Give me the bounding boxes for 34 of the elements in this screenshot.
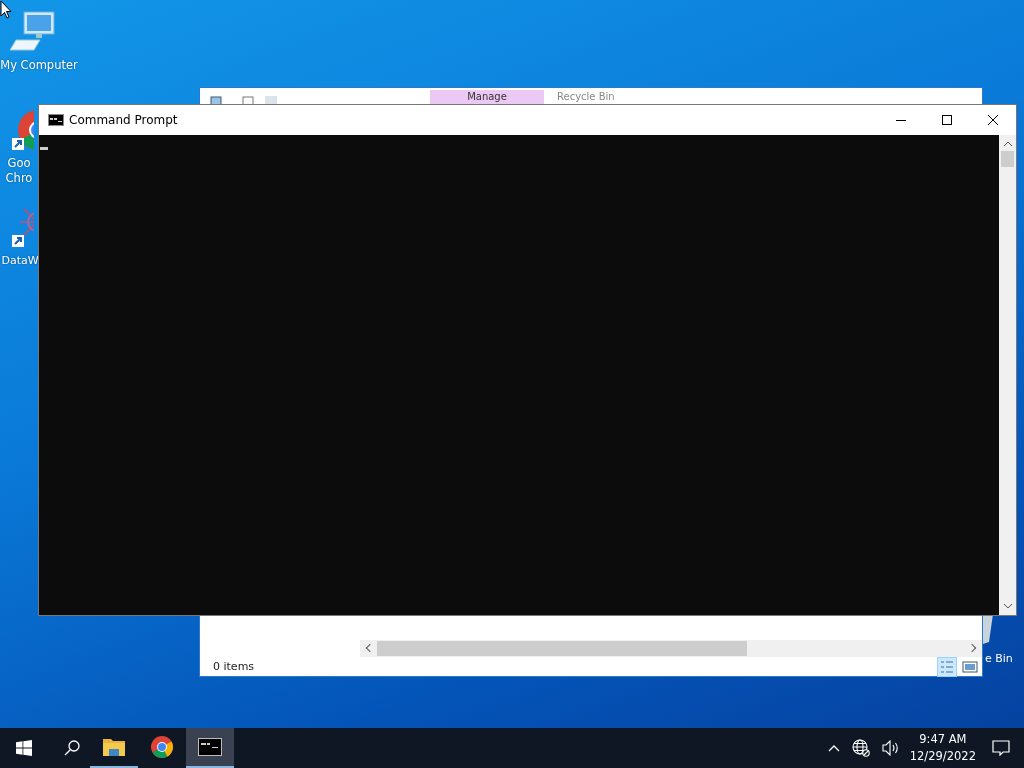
folder-icon [103, 738, 125, 756]
desktop-icon-label[interactable]: DataW [1, 253, 39, 268]
taskbar-app-button[interactable] [186, 728, 234, 768]
chrome-icon [150, 735, 174, 759]
grid-shortcut-icon[interactable] [10, 205, 34, 249]
clock[interactable]: 9:47 AM 12/29/2022 [909, 731, 976, 765]
search-icon[interactable] [64, 740, 80, 756]
desktop-icon-label[interactable]: e Bin [985, 652, 1013, 665]
desktop-icon-label[interactable]: Goo Chro [4, 156, 34, 186]
scroll-down-icon[interactable] [1002, 603, 1013, 609]
clock-date: 12/29/2022 [909, 748, 976, 765]
maximize-icon[interactable] [942, 115, 952, 125]
window-title: Recycle Bin [557, 90, 615, 103]
scrollbar-thumb[interactable] [1001, 151, 1014, 167]
speaker-icon[interactable] [881, 740, 900, 756]
scrollbar-thumb[interactable] [377, 641, 747, 656]
window-title: Command Prompt [69, 113, 178, 127]
chevron-up-icon[interactable] [827, 744, 840, 752]
manage-tab[interactable]: Manage [430, 90, 544, 104]
mouse-pointer-icon [0, 0, 12, 19]
console-icon [198, 738, 222, 756]
text-cursor [40, 147, 48, 150]
scroll-up-icon[interactable] [1002, 141, 1013, 147]
computer-icon[interactable] [10, 10, 58, 54]
network-globe-icon[interactable] [851, 739, 870, 757]
console-icon [48, 114, 64, 126]
horizontal-scrollbar[interactable] [360, 640, 982, 657]
large-icons-view-icon[interactable] [962, 660, 978, 674]
item-count: 0 items [213, 660, 255, 673]
start-icon[interactable] [16, 740, 32, 756]
clock-time: 9:47 AM [919, 731, 967, 748]
vertical-scrollbar[interactable] [999, 135, 1016, 615]
notifications-icon[interactable] [992, 740, 1010, 756]
close-icon[interactable] [988, 115, 998, 125]
